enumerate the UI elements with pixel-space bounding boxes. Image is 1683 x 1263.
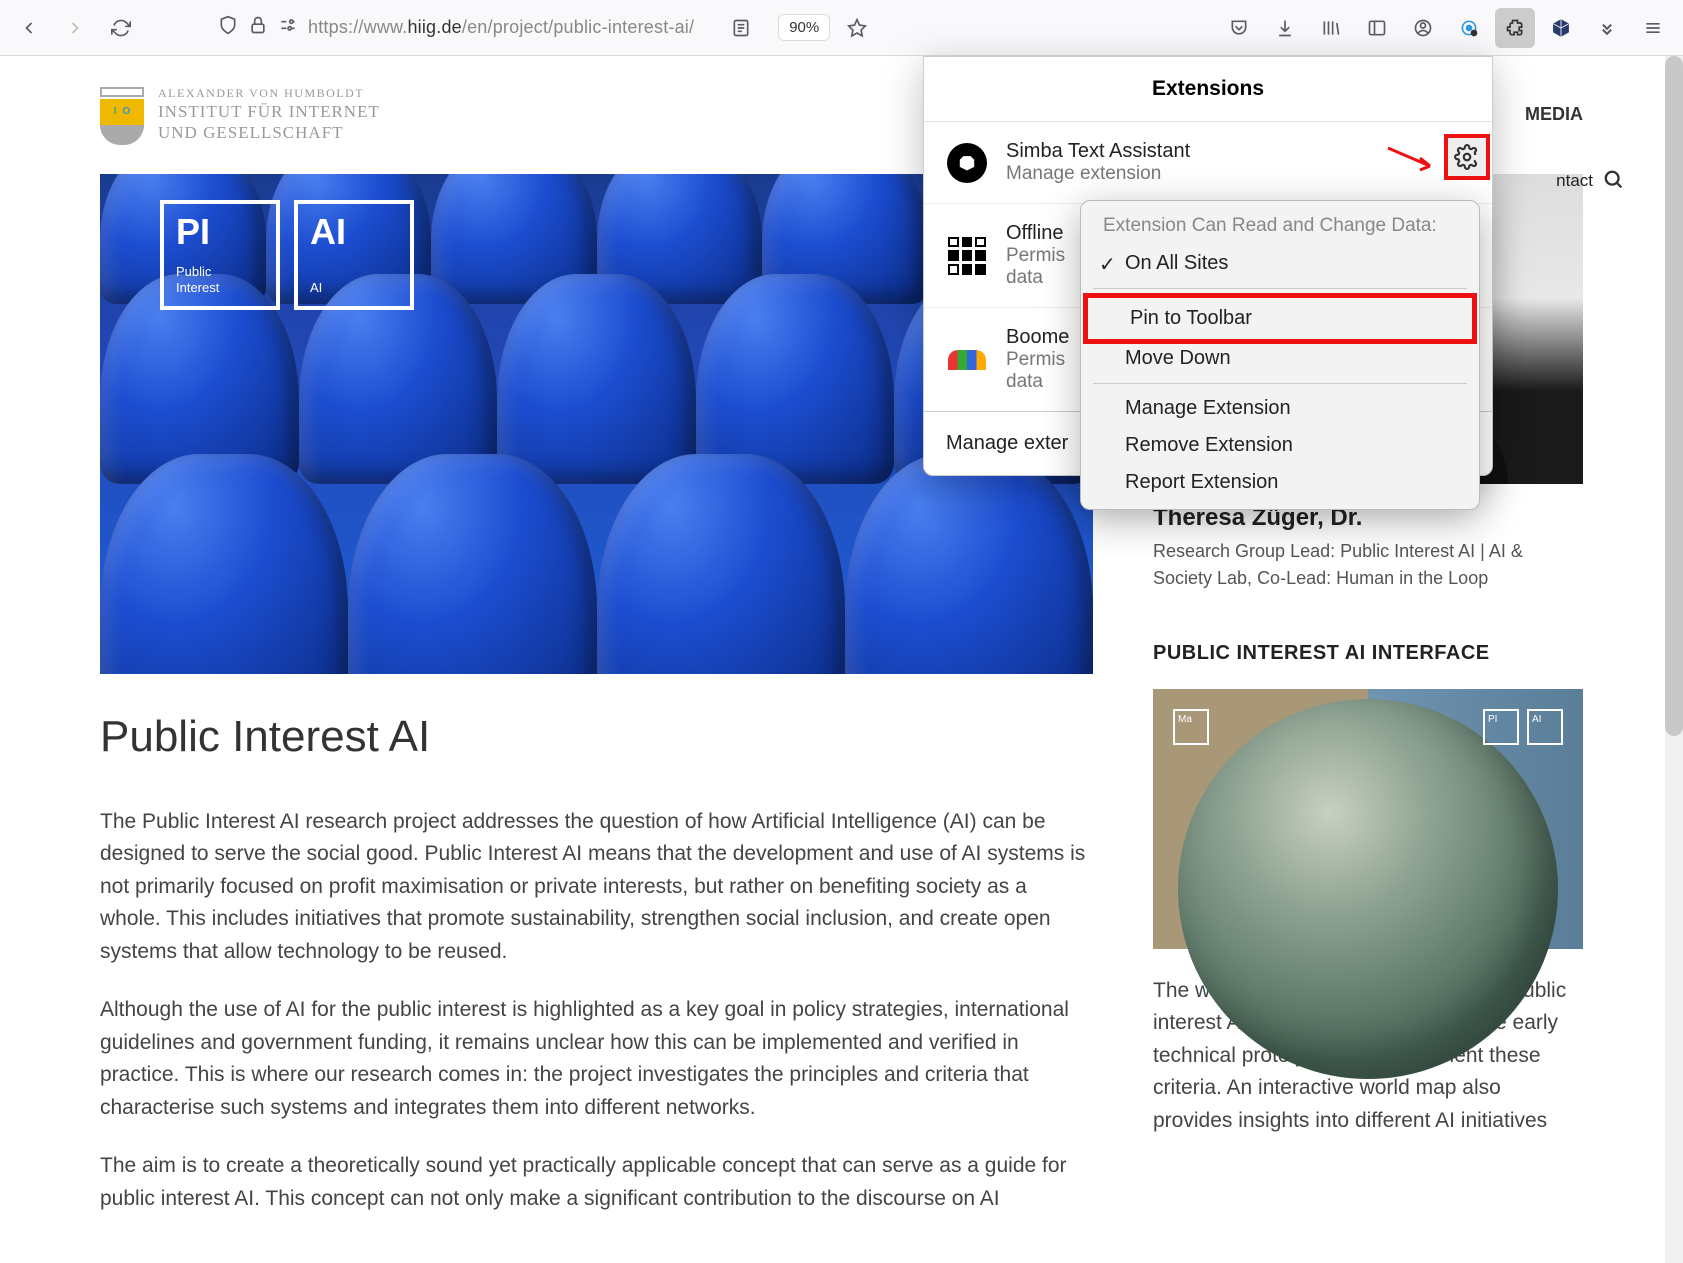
cube-icon[interactable]	[1541, 8, 1581, 48]
highlight-annotation: Pin to Toolbar	[1083, 293, 1477, 344]
boomerang-icon	[948, 350, 986, 370]
body-paragraph-2: Although the use of AI for the public in…	[100, 994, 1093, 1124]
extension-settings-button[interactable]	[1444, 134, 1490, 180]
browser-toolbar: https://www.hiig.de/en/project/public-in…	[0, 0, 1683, 56]
permissions-icon[interactable]	[278, 15, 298, 40]
reload-button[interactable]	[102, 9, 140, 47]
nav-contact-partial[interactable]: ntact	[1556, 171, 1593, 191]
search-icon[interactable]	[1603, 169, 1625, 196]
extension-name: Simba Text Assistant	[1006, 140, 1470, 163]
ctx-manage-extension[interactable]: Manage Extension	[1081, 390, 1479, 427]
interface-image[interactable]: Ma PIAI	[1153, 689, 1583, 949]
eye-dropper-icon[interactable]	[1449, 8, 1489, 48]
zoom-level[interactable]: 90%	[778, 14, 830, 41]
hero-badge-ai: AI AI	[294, 200, 414, 310]
sidebar-button[interactable]	[1357, 8, 1397, 48]
hamburger-menu[interactable]	[1633, 8, 1673, 48]
logo-text-line3: UND GESELLSCHAFT	[158, 122, 380, 143]
qr-icon	[948, 237, 986, 275]
logo-text-line1: ALEXANDER VON HUMBOLDT	[158, 86, 380, 101]
extensions-button[interactable]	[1495, 8, 1535, 48]
lock-icon[interactable]	[248, 15, 268, 40]
reader-mode-button[interactable]	[722, 9, 760, 47]
site-logo[interactable]: ALEXANDER VON HUMBOLDT INSTITUT FÜR INTE…	[100, 86, 380, 144]
forward-button[interactable]	[56, 9, 94, 47]
hero-badge-pi: PI PublicInterest	[160, 200, 280, 310]
extension-context-menu: Extension Can Read and Change Data: On A…	[1080, 200, 1480, 510]
back-button[interactable]	[10, 9, 48, 47]
pocket-button[interactable]	[1219, 8, 1259, 48]
ctx-move-down[interactable]: Move Down	[1081, 340, 1479, 377]
overflow-button[interactable]	[1587, 8, 1627, 48]
ctx-pin-to-toolbar[interactable]: Pin to Toolbar	[1090, 300, 1470, 337]
body-paragraph-1: The Public Interest AI research project …	[100, 806, 1093, 969]
ctx-remove-extension[interactable]: Remove Extension	[1081, 427, 1479, 464]
extension-sublabel: Manage extension	[1006, 163, 1470, 185]
bookmark-button[interactable]	[838, 9, 876, 47]
downloads-button[interactable]	[1265, 8, 1305, 48]
section-title: PUBLIC INTEREST AI INTERFACE	[1153, 642, 1583, 665]
url-text: https://www.hiig.de/en/project/public-in…	[308, 17, 694, 38]
person-role: Research Group Lead: Public Interest AI …	[1153, 538, 1583, 592]
library-button[interactable]	[1311, 8, 1351, 48]
page-title: Public Interest AI	[100, 712, 1093, 762]
nav-media[interactable]: MEDIA	[1525, 104, 1583, 125]
shield-icon[interactable]	[218, 15, 238, 40]
extensions-popup-title: Extensions	[924, 57, 1492, 122]
logo-badge-icon	[100, 87, 144, 143]
account-button[interactable]	[1403, 8, 1443, 48]
scroll-thumb[interactable]	[1665, 56, 1683, 736]
ctx-report-extension[interactable]: Report Extension	[1081, 464, 1479, 501]
logo-text-line2: INSTITUT FÜR INTERNET	[158, 101, 380, 122]
vertical-scrollbar[interactable]	[1665, 56, 1683, 1263]
body-paragraph-3: The aim is to create a theoretically sou…	[100, 1150, 1093, 1215]
ctx-header: Extension Can Read and Change Data:	[1081, 209, 1479, 245]
address-bar[interactable]: https://www.hiig.de/en/project/public-in…	[218, 15, 694, 40]
lion-icon	[947, 143, 987, 183]
extension-item-simba[interactable]: Simba Text Assistant Manage extension	[924, 122, 1492, 204]
ctx-on-all-sites[interactable]: On All Sites	[1081, 245, 1479, 282]
